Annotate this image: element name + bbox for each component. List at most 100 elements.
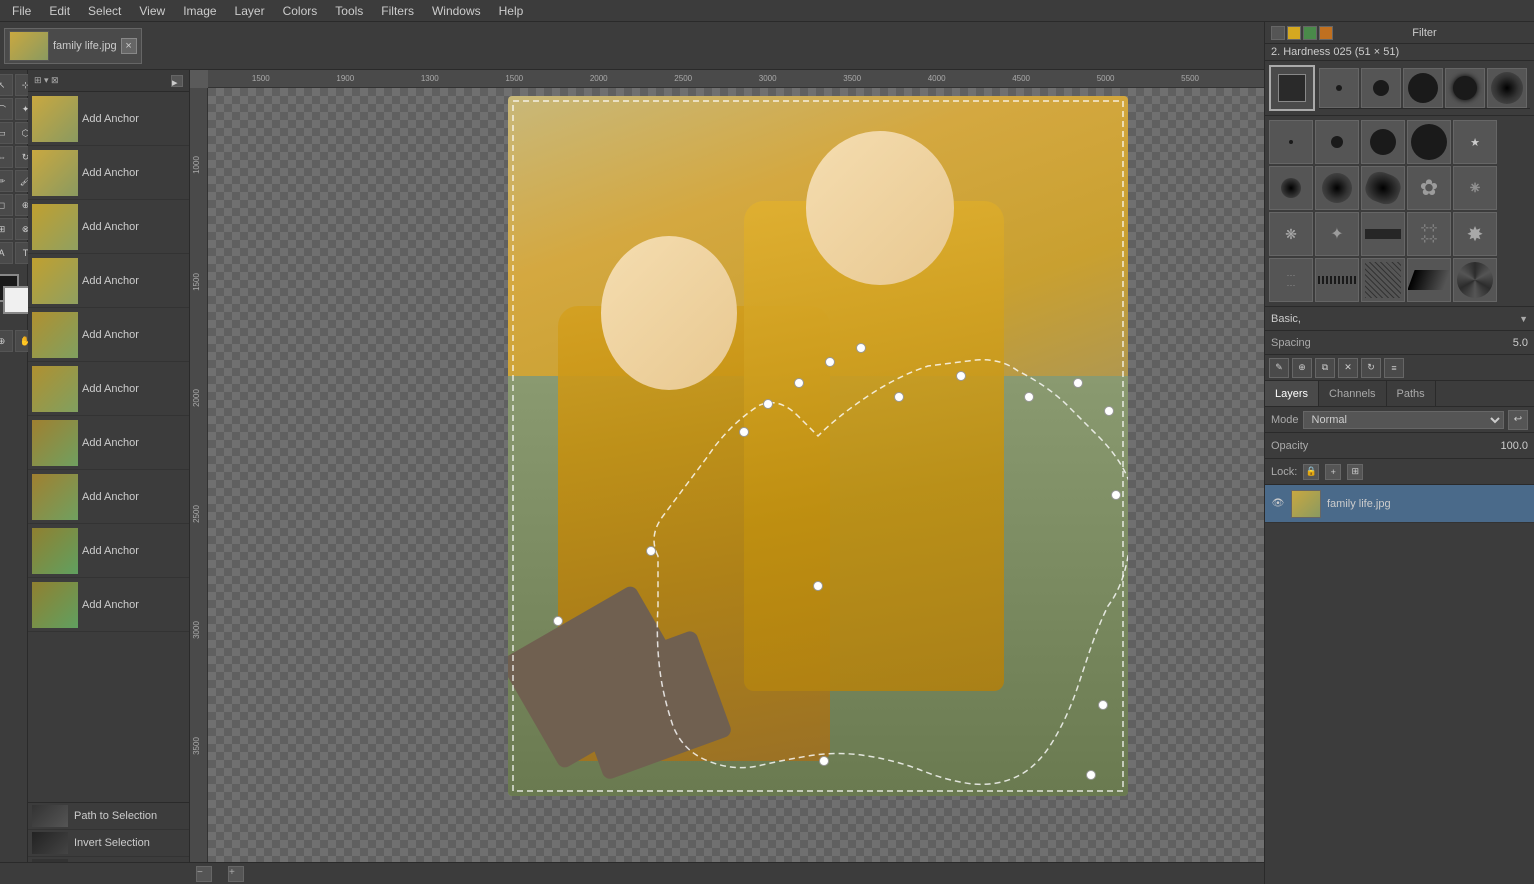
brush-cell[interactable] bbox=[1361, 120, 1405, 164]
brush-cell[interactable]: ★ bbox=[1453, 120, 1497, 164]
menu-select[interactable]: Select bbox=[80, 2, 129, 20]
tool-lasso[interactable]: ⌒ bbox=[0, 98, 13, 120]
brush-edit-button[interactable]: ✎ bbox=[1269, 358, 1289, 378]
brush-cell[interactable] bbox=[1315, 120, 1359, 164]
brush-cell[interactable] bbox=[1445, 68, 1485, 108]
tab-channels[interactable]: Channels bbox=[1319, 381, 1386, 406]
tool-pencil[interactable]: ✏ bbox=[0, 170, 13, 192]
brush-cell[interactable] bbox=[1487, 68, 1527, 108]
brush-type-dropdown[interactable]: ▼ bbox=[1519, 314, 1528, 324]
list-item[interactable]: Add Anchor bbox=[28, 146, 189, 200]
brush-cell[interactable] bbox=[1361, 68, 1401, 108]
brush-cell[interactable]: ······ bbox=[1269, 258, 1313, 302]
anchor-point[interactable] bbox=[825, 357, 835, 367]
minimize-button[interactable] bbox=[1271, 26, 1285, 40]
menu-tools[interactable]: Tools bbox=[327, 2, 371, 20]
background-color[interactable] bbox=[3, 286, 31, 314]
tool-eraser[interactable]: ◻ bbox=[0, 194, 13, 216]
panel-expand-button[interactable]: ▸ bbox=[171, 75, 183, 87]
brush-cell[interactable]: ✦ bbox=[1315, 212, 1359, 256]
brush-cell[interactable] bbox=[1403, 68, 1443, 108]
brush-refresh-button[interactable]: ↻ bbox=[1361, 358, 1381, 378]
brush-cell[interactable]: ✸ bbox=[1453, 212, 1497, 256]
menu-layer[interactable]: Layer bbox=[227, 2, 273, 20]
menu-edit[interactable]: Edit bbox=[41, 2, 78, 20]
anchor-point[interactable] bbox=[1111, 490, 1121, 500]
mode-select[interactable]: Normal bbox=[1303, 411, 1504, 429]
brush-duplicate-button[interactable]: ⧉ bbox=[1315, 358, 1335, 378]
brush-cell[interactable] bbox=[1453, 258, 1497, 302]
restore-button[interactable] bbox=[1287, 26, 1301, 40]
brush-cell[interactable] bbox=[1407, 120, 1451, 164]
brush-cell[interactable]: ⁕ bbox=[1453, 166, 1497, 210]
menu-colors[interactable]: Colors bbox=[275, 2, 326, 20]
list-item[interactable]: Add Anchor bbox=[28, 254, 189, 308]
lock-paint-button[interactable]: 🔒 bbox=[1303, 464, 1319, 480]
anchor-point[interactable] bbox=[1098, 700, 1108, 710]
anchor-point[interactable] bbox=[1073, 378, 1083, 388]
layer-visibility-icon[interactable]: 👁 bbox=[1271, 497, 1285, 511]
anchor-point[interactable] bbox=[1104, 406, 1114, 416]
anchor-point[interactable] bbox=[956, 371, 966, 381]
anchor-point[interactable] bbox=[894, 392, 904, 402]
anchor-point[interactable] bbox=[646, 546, 656, 556]
anchor-point[interactable] bbox=[553, 616, 563, 626]
brush-cell[interactable] bbox=[1315, 166, 1359, 210]
lock-move-button[interactable]: + bbox=[1325, 464, 1341, 480]
tool-scale[interactable]: ⇔ bbox=[0, 146, 13, 168]
brush-cell[interactable] bbox=[1315, 258, 1359, 302]
brush-cell[interactable] bbox=[1269, 120, 1313, 164]
brush-cell[interactable]: ❋ bbox=[1269, 212, 1313, 256]
list-item[interactable]: Add Anchor bbox=[28, 92, 189, 146]
undo-button[interactable]: ↩ bbox=[1508, 410, 1528, 430]
brush-menu-button[interactable]: ≡ bbox=[1384, 358, 1404, 378]
anchor-point[interactable] bbox=[819, 756, 829, 766]
brush-cell[interactable] bbox=[1319, 68, 1359, 108]
layer-item[interactable]: 👁 family life.jpg bbox=[1265, 485, 1534, 523]
menu-help[interactable]: Help bbox=[491, 2, 532, 20]
tool-rect-select[interactable]: ▭ bbox=[0, 122, 13, 144]
list-item[interactable]: Add Anchor bbox=[28, 308, 189, 362]
anchor-point[interactable] bbox=[1086, 770, 1096, 780]
anchor-point[interactable] bbox=[763, 399, 773, 409]
brush-cell[interactable] bbox=[1361, 212, 1405, 256]
anchor-point[interactable] bbox=[739, 427, 749, 437]
list-item[interactable]: Add Anchor bbox=[28, 578, 189, 632]
brush-cell[interactable] bbox=[1407, 258, 1451, 302]
menu-file[interactable]: File bbox=[4, 2, 39, 20]
brush-delete-button[interactable]: ✕ bbox=[1338, 358, 1358, 378]
menu-view[interactable]: View bbox=[131, 2, 173, 20]
brush-new-button[interactable]: ⊕ bbox=[1292, 358, 1312, 378]
list-item[interactable]: Add Anchor bbox=[28, 470, 189, 524]
brush-cell[interactable]: ✿ bbox=[1407, 166, 1451, 210]
anchor-point[interactable] bbox=[1024, 392, 1034, 402]
maximize-button[interactable] bbox=[1303, 26, 1317, 40]
list-item[interactable]: Add Anchor bbox=[28, 524, 189, 578]
anchor-point[interactable] bbox=[794, 378, 804, 388]
brush-cell[interactable] bbox=[1269, 166, 1313, 210]
menu-windows[interactable]: Windows bbox=[424, 2, 489, 20]
lock-all-button[interactable]: ⊞ bbox=[1347, 464, 1363, 480]
close-button[interactable] bbox=[1319, 26, 1333, 40]
tab-paths[interactable]: Paths bbox=[1387, 381, 1436, 406]
tool-arrow[interactable]: ↖ bbox=[0, 74, 13, 96]
menu-image[interactable]: Image bbox=[175, 2, 224, 20]
anchor-point[interactable] bbox=[813, 581, 823, 591]
tool-heal[interactable]: ⊞ bbox=[0, 218, 13, 240]
canvas-content[interactable] bbox=[208, 88, 1264, 862]
list-item[interactable]: Add Anchor bbox=[28, 200, 189, 254]
tool-zoom[interactable]: ⊕ bbox=[0, 330, 13, 352]
path-to-selection-button[interactable]: Path to Selection bbox=[28, 803, 189, 830]
invert-selection-button[interactable]: Invert Selection bbox=[28, 830, 189, 857]
zoom-in-button[interactable]: + bbox=[228, 866, 244, 882]
brush-cell[interactable] bbox=[1361, 258, 1405, 302]
tool-measure[interactable]: A bbox=[0, 242, 13, 264]
menu-filters[interactable]: Filters bbox=[373, 2, 422, 20]
zoom-out-button[interactable]: − bbox=[196, 866, 212, 882]
brush-cell[interactable] bbox=[1361, 166, 1405, 210]
anchor-point[interactable] bbox=[856, 343, 866, 353]
tab-layers[interactable]: Layers bbox=[1265, 381, 1319, 406]
list-item[interactable]: Add Anchor bbox=[28, 362, 189, 416]
list-item[interactable]: Add Anchor bbox=[28, 416, 189, 470]
brush-cell[interactable]: ⊹⊹⊹⊹ bbox=[1407, 212, 1451, 256]
